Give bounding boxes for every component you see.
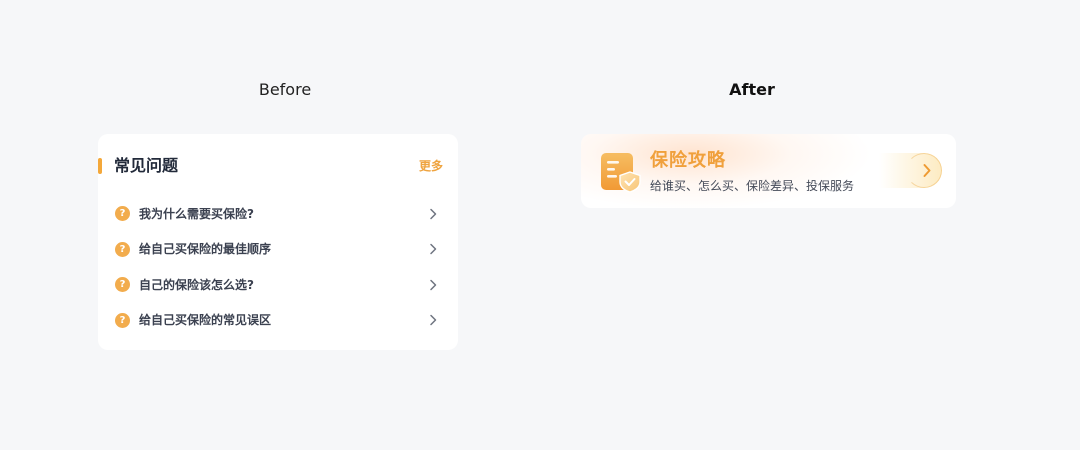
question-circle-icon: ?	[115, 206, 130, 222]
faq-question-text: 给自己买保险的最佳顺序	[139, 242, 272, 257]
faq-list: ? 我为什么需要买保险? ? 给自己买保险的最佳顺序 ? 自己的保险该怎么选? …	[115, 196, 438, 338]
faq-item[interactable]: ? 我为什么需要买保险?	[115, 196, 438, 232]
faq-title: 常见问题	[114, 156, 179, 175]
faq-card: 常见问题 更多 ? 我为什么需要买保险? ? 给自己买保险的最佳顺序 ? 自己的…	[98, 134, 458, 350]
chevron-right-icon	[430, 208, 437, 219]
before-label: Before	[258, 80, 312, 99]
question-circle-icon: ?	[115, 241, 130, 257]
faq-item[interactable]: ? 给自己买保险的最佳顺序	[115, 232, 438, 268]
guide-subtitle: 给谁买、怎么买、保险差异、投保服务	[650, 179, 855, 193]
question-circle-icon: ?	[115, 277, 130, 293]
faq-question-text: 自己的保险该怎么选?	[139, 277, 254, 292]
faq-question-text: 我为什么需要买保险?	[139, 206, 254, 221]
chevron-right-icon	[430, 244, 437, 255]
insurance-guide-card[interactable]: 保险攻略 给谁买、怎么买、保险差异、投保服务	[581, 134, 956, 208]
chevron-right-icon	[430, 279, 437, 290]
guide-title: 保险攻略	[650, 150, 726, 171]
chevron-right-icon	[430, 315, 437, 326]
document-shield-icon	[601, 153, 641, 193]
title-accent-bar	[98, 158, 102, 174]
after-label: After	[729, 80, 775, 99]
more-link[interactable]: 更多	[419, 157, 443, 175]
chevron-right-icon	[923, 164, 931, 177]
faq-item[interactable]: ? 自己的保险该怎么选?	[115, 267, 438, 303]
faq-question-text: 给自己买保险的常见误区	[139, 313, 272, 328]
faq-item[interactable]: ? 给自己买保险的常见误区	[115, 303, 438, 339]
guide-enter-button[interactable]	[879, 153, 942, 188]
question-circle-icon: ?	[115, 312, 130, 328]
